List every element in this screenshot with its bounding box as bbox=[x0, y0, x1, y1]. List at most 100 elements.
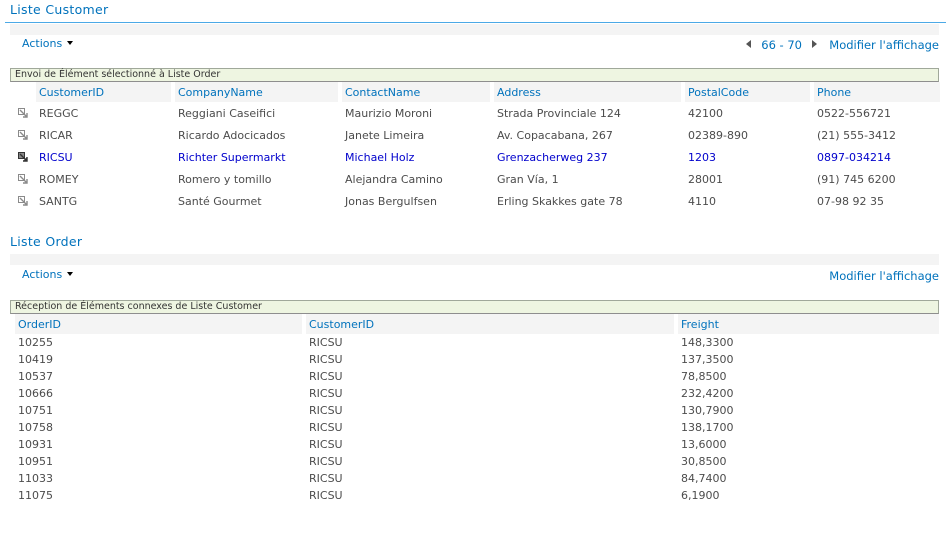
cell-customerid: RICSU bbox=[302, 385, 674, 402]
customer-connection-bar: Envoi de Élément sélectionné à Liste Ord… bbox=[10, 68, 939, 82]
title-divider bbox=[5, 22, 946, 23]
cell-orderid: 10666 bbox=[18, 387, 53, 400]
customer-header-row: CustomerID CompanyName ContactName Addre… bbox=[10, 82, 940, 102]
cell-address: Grenzacherweg 237 bbox=[490, 146, 681, 168]
toolbar-background bbox=[10, 254, 939, 265]
cell-postalcode: 02389-890 bbox=[681, 124, 810, 146]
cell-freight: 138,1700 bbox=[674, 419, 939, 436]
cell-orderid: 10255 bbox=[18, 336, 53, 349]
customer-webpart: Liste Customer Actions 66 - 70 Modifier … bbox=[0, 0, 949, 225]
table-row[interactable]: 10255 RICSU 148,3300 bbox=[15, 334, 939, 351]
table-row[interactable]: RICAR Ricardo Adocicados Janete Limeira Av.… bbox=[10, 124, 940, 146]
cell-freight: 137,3500 bbox=[674, 351, 939, 368]
cell-customerid: RICSU bbox=[302, 470, 674, 487]
cell-customerid: RICSU bbox=[302, 453, 674, 470]
cell-customerid: RICSU bbox=[302, 436, 674, 453]
table-row[interactable]: 10951 RICSU 30,8500 bbox=[15, 453, 939, 470]
cell-phone: (21) 555-3412 bbox=[810, 124, 940, 146]
cell-freight: 13,6000 bbox=[674, 436, 939, 453]
chevron-down-icon bbox=[67, 41, 74, 45]
cell-freight: 6,1900 bbox=[674, 487, 939, 504]
cell-companyname: Romero y tomillo bbox=[171, 168, 338, 190]
cell-customerid: RICSU bbox=[302, 487, 674, 504]
chevron-down-icon bbox=[67, 272, 74, 276]
cell-contactname: Michael Holz bbox=[338, 146, 490, 168]
column-header-address[interactable]: Address bbox=[490, 82, 681, 102]
cell-postalcode: 4110 bbox=[681, 190, 810, 212]
actions-label: Actions bbox=[22, 37, 63, 50]
cell-postalcode: 42100 bbox=[681, 102, 810, 124]
table-row[interactable]: 11075 RICSU 6,1900 bbox=[15, 487, 939, 504]
cell-customerid: RICSU bbox=[302, 419, 674, 436]
select-cell bbox=[10, 146, 36, 168]
column-header-customerid[interactable]: CustomerID bbox=[302, 314, 674, 334]
order-modify-view-link[interactable]: Modifier l'affichage bbox=[829, 269, 939, 283]
order-connection-bar: Réception de Éléments connexes de Liste … bbox=[10, 300, 939, 314]
cell-orderid: 10931 bbox=[18, 438, 53, 451]
order-webpart-title[interactable]: Liste Order bbox=[10, 234, 82, 249]
column-header-phone[interactable]: Phone bbox=[810, 82, 940, 102]
column-header-companyname[interactable]: CompanyName bbox=[171, 82, 338, 102]
previous-page-icon[interactable] bbox=[746, 40, 752, 48]
cell-freight: 84,7400 bbox=[674, 470, 939, 487]
table-row[interactable]: 10931 RICSU 13,6000 bbox=[15, 436, 939, 453]
table-row[interactable]: REGGC Reggiani Caseifici Maurizio Moroni St… bbox=[10, 102, 940, 124]
cell-customerid: RICSU bbox=[302, 334, 674, 351]
select-item-icon[interactable] bbox=[18, 173, 29, 185]
order-toolbar: Actions Modifier l'affichage bbox=[10, 266, 939, 286]
cell-phone: 07-98 92 35 bbox=[810, 190, 940, 212]
pager-range: 66 - 70 bbox=[761, 38, 802, 52]
customer-table: CustomerID CompanyName ContactName Addre… bbox=[10, 82, 940, 212]
cell-customerid: RICSU bbox=[302, 351, 674, 368]
cell-orderid: 10419 bbox=[18, 353, 53, 366]
cell-customerid: RICSU bbox=[39, 150, 73, 164]
order-table: OrderID CustomerID Freight 10255 RICSU 148… bbox=[15, 314, 939, 504]
select-item-icon[interactable] bbox=[18, 129, 29, 141]
table-row[interactable]: 10419 RICSU 137,3500 bbox=[15, 351, 939, 368]
table-row[interactable]: 11033 RICSU 84,7400 bbox=[15, 470, 939, 487]
actions-label: Actions bbox=[22, 268, 63, 281]
cell-phone: 0522-556721 bbox=[810, 102, 940, 124]
cell-freight: 148,3300 bbox=[674, 334, 939, 351]
customer-pager: 66 - 70 bbox=[746, 38, 817, 52]
customer-toolbar: Actions 66 - 70 Modifier l'affichage bbox=[10, 35, 939, 55]
cell-address: Erling Skakkes gate 78 bbox=[490, 190, 681, 212]
column-header-freight[interactable]: Freight bbox=[674, 314, 939, 334]
cell-customerid: ROMEY bbox=[39, 172, 79, 186]
cell-customerid: RICAR bbox=[39, 128, 73, 142]
table-row[interactable]: 10666 RICSU 232,4200 bbox=[15, 385, 939, 402]
order-header-row: OrderID CustomerID Freight bbox=[15, 314, 939, 334]
table-row[interactable]: SANTG Santé Gourmet Jonas Bergulfsen Erling… bbox=[10, 190, 940, 212]
select-item-icon[interactable] bbox=[18, 107, 29, 119]
select-item-icon[interactable] bbox=[18, 151, 29, 163]
customer-webpart-title[interactable]: Liste Customer bbox=[10, 2, 108, 17]
cell-address: Gran Vía, 1 bbox=[490, 168, 681, 190]
table-row[interactable]: ROMEY Romero y tomillo Alejandra Camino Gra… bbox=[10, 168, 940, 190]
cell-orderid: 10537 bbox=[18, 370, 53, 383]
customer-modify-view-link[interactable]: Modifier l'affichage bbox=[829, 38, 939, 52]
next-page-icon[interactable] bbox=[812, 40, 817, 48]
cell-contactname: Maurizio Moroni bbox=[338, 102, 490, 124]
cell-companyname: Ricardo Adocicados bbox=[171, 124, 338, 146]
select-column-header bbox=[10, 82, 36, 102]
column-header-postalcode[interactable]: PostalCode bbox=[681, 82, 810, 102]
cell-orderid: 10751 bbox=[18, 404, 53, 417]
cell-phone: 0897-034214 bbox=[810, 146, 940, 168]
cell-orderid: 10758 bbox=[18, 421, 53, 434]
customer-actions-menu[interactable]: Actions bbox=[22, 37, 74, 50]
table-row[interactable]: 10751 RICSU 130,7900 bbox=[15, 402, 939, 419]
cell-contactname: Jonas Bergulfsen bbox=[338, 190, 490, 212]
cell-freight: 232,4200 bbox=[674, 385, 939, 402]
select-item-icon[interactable] bbox=[18, 195, 29, 207]
order-actions-menu[interactable]: Actions bbox=[22, 268, 74, 281]
cell-postalcode: 28001 bbox=[681, 168, 810, 190]
column-header-orderid[interactable]: OrderID bbox=[15, 314, 302, 334]
table-row[interactable]: 10758 RICSU 138,1700 bbox=[15, 419, 939, 436]
table-row[interactable]: 10537 RICSU 78,8500 bbox=[15, 368, 939, 385]
column-header-customerid[interactable]: CustomerID bbox=[36, 82, 171, 102]
column-header-contactname[interactable]: ContactName bbox=[338, 82, 490, 102]
cell-phone: (91) 745 6200 bbox=[810, 168, 940, 190]
table-row[interactable]: RICSU Richter Supermarkt Michael Holz Grenz… bbox=[10, 146, 940, 168]
cell-companyname: Reggiani Caseifici bbox=[171, 102, 338, 124]
cell-customerid: RICSU bbox=[302, 368, 674, 385]
